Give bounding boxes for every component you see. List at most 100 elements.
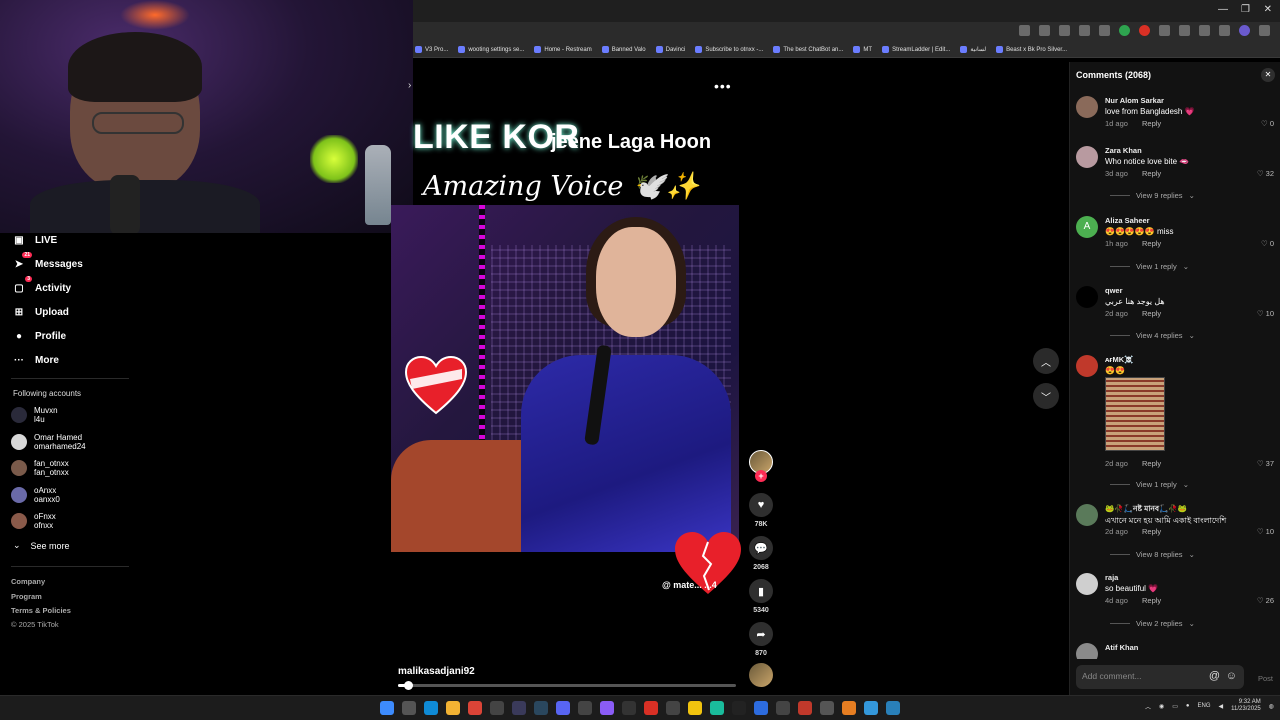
comment-username[interactable]: qwer [1105, 286, 1123, 295]
app-icon[interactable] [798, 701, 812, 715]
comment-username[interactable]: ᴀғMK☠️ [1105, 355, 1134, 364]
comment-button[interactable]: 💬 [749, 536, 773, 560]
extension-icon[interactable] [1099, 25, 1110, 36]
bookmark-item[interactable]: Banned Valo [601, 46, 646, 53]
follow-plus-icon[interactable]: + [755, 470, 767, 482]
avatar[interactable] [1076, 355, 1098, 377]
nav-live[interactable]: ▣ LIVE [13, 234, 57, 246]
view-replies-button[interactable]: View 8 replies ⌄ [1110, 550, 1195, 559]
extension-icon[interactable] [1079, 25, 1090, 36]
restore-icon[interactable]: ❐ [1241, 4, 1250, 15]
sticky-notes-icon[interactable] [688, 701, 702, 715]
reply-button[interactable]: Reply [1142, 527, 1161, 536]
view-replies-button[interactable]: View 4 replies ⌄ [1110, 331, 1195, 340]
bookmark-item[interactable]: The best ChatBot an... [773, 46, 843, 53]
comment-username[interactable]: Aliza Saheer [1105, 216, 1150, 225]
reply-button[interactable]: Reply [1142, 459, 1161, 468]
following-account[interactable]: oFnxx ofnxx [11, 512, 56, 530]
avatar[interactable] [1076, 96, 1098, 118]
zoom-icon[interactable] [1019, 25, 1030, 36]
comment-username[interactable]: Nur Alom Sarkar [1105, 96, 1164, 105]
notepad-icon[interactable] [864, 701, 878, 715]
bookmark-item[interactable]: V3 Pro... [415, 46, 448, 53]
mention-icon[interactable]: @ [1209, 670, 1220, 682]
view-replies-button[interactable]: View 1 reply ⌄ [1110, 480, 1189, 489]
steam-icon[interactable] [534, 701, 548, 715]
close-comments-button[interactable]: ✕ [1261, 68, 1275, 82]
chrome-icon[interactable] [468, 701, 482, 715]
previous-video-button[interactable]: ︿ [1033, 348, 1059, 374]
mic-icon[interactable]: ● [1186, 703, 1190, 709]
video-progress-bar[interactable] [398, 681, 736, 690]
app-icon[interactable] [886, 701, 900, 715]
progress-knob[interactable] [404, 681, 414, 690]
settings-icon[interactable] [820, 701, 834, 715]
share-button[interactable]: ➦ [749, 622, 773, 646]
avatar[interactable] [1076, 286, 1098, 308]
post-button[interactable]: Post [1258, 674, 1273, 683]
close-window-icon[interactable]: ✕ [1264, 4, 1272, 15]
bookmark-star-icon[interactable] [1059, 25, 1070, 36]
start-icon[interactable] [380, 701, 394, 715]
app-icon[interactable] [776, 701, 790, 715]
cast-icon[interactable] [1039, 25, 1050, 36]
comment-username[interactable]: Atif Khan [1105, 643, 1138, 652]
footer-terms-link[interactable]: Terms & Policies [11, 606, 71, 615]
bookmark-item[interactable]: StreamLadder | Edit... [882, 46, 950, 53]
avatar[interactable] [1076, 146, 1098, 168]
comment-like-button[interactable]: ♡ 10 [1257, 309, 1274, 318]
discord-icon[interactable] [556, 701, 570, 715]
edge-icon[interactable] [424, 701, 438, 715]
footer-company-link[interactable]: Company [11, 577, 45, 586]
comment-like-button[interactable]: ♡ 37 [1257, 459, 1274, 468]
music-disc-icon[interactable] [749, 663, 773, 687]
extension-icon[interactable] [1119, 25, 1130, 36]
save-button[interactable]: ▮ [749, 579, 773, 603]
extension-icon[interactable] [1159, 25, 1170, 36]
view-replies-button[interactable]: View 1 reply ⌄ [1110, 262, 1189, 271]
app-icon[interactable] [842, 701, 856, 715]
nav-profile[interactable]: ● Profile [13, 330, 66, 342]
avatar[interactable] [1076, 504, 1098, 526]
footer-program-link[interactable]: Program [11, 592, 42, 601]
video-more-icon[interactable]: ••• [714, 78, 732, 94]
wifi-icon[interactable]: ◉ [1159, 703, 1164, 710]
nav-more[interactable]: ··· More [13, 354, 59, 366]
comment-like-button[interactable]: ♡ 32 [1257, 169, 1274, 178]
bookmark-item[interactable]: wooting settings se... [458, 46, 524, 53]
app-icon[interactable] [578, 701, 592, 715]
see-more-button[interactable]: ⌄ See more [13, 540, 70, 551]
minimize-icon[interactable]: — [1218, 4, 1228, 15]
comment-username[interactable]: Zara Khan [1105, 146, 1142, 155]
emoji-icon[interactable]: ☺ [1226, 670, 1237, 682]
search-icon[interactable] [402, 701, 416, 715]
bookmark-item[interactable]: Beast x Bk Pro Silver... [996, 46, 1067, 53]
view-replies-button[interactable]: View 2 replies ⌄ [1110, 619, 1195, 628]
extension-icon[interactable] [1139, 25, 1150, 36]
tray-chevron-icon[interactable]: ︿ [1145, 702, 1151, 711]
battery-icon[interactable]: ▭ [1172, 703, 1178, 710]
bookmark-item[interactable]: MT [853, 46, 872, 53]
comment-image[interactable] [1105, 377, 1165, 451]
view-replies-button[interactable]: View 9 replies ⌄ [1110, 191, 1195, 200]
avatar[interactable] [1076, 643, 1098, 659]
comment-like-button[interactable]: ♡ 10 [1257, 527, 1274, 536]
back-icon[interactable]: › [408, 80, 411, 91]
following-account[interactable]: oAnxx oanxx0 [11, 486, 60, 504]
app-icon[interactable] [490, 701, 504, 715]
following-account[interactable]: fan_otnxx fan_otnxx [11, 459, 69, 477]
comment-input[interactable] [1082, 671, 1200, 681]
comment-like-button[interactable]: ♡ 26 [1257, 596, 1274, 605]
nav-activity[interactable]: ▢ 3 Activity [13, 276, 71, 294]
obs-icon[interactable] [666, 701, 680, 715]
clock[interactable]: 9:32 AM 11/23/2025 [1231, 699, 1261, 713]
reply-button[interactable]: Reply [1142, 596, 1161, 605]
following-account[interactable]: Muvxn l4u [11, 406, 58, 424]
extensions-puzzle-icon[interactable] [1199, 25, 1210, 36]
file-explorer-icon[interactable] [446, 701, 460, 715]
nav-messages[interactable]: ➤ 21 Messages [13, 252, 83, 270]
reply-button[interactable]: Reply [1142, 169, 1161, 178]
avatar[interactable]: A [1076, 216, 1098, 238]
comment-like-button[interactable]: ♡ 0 [1261, 239, 1274, 248]
reply-button[interactable]: Reply [1142, 119, 1161, 128]
